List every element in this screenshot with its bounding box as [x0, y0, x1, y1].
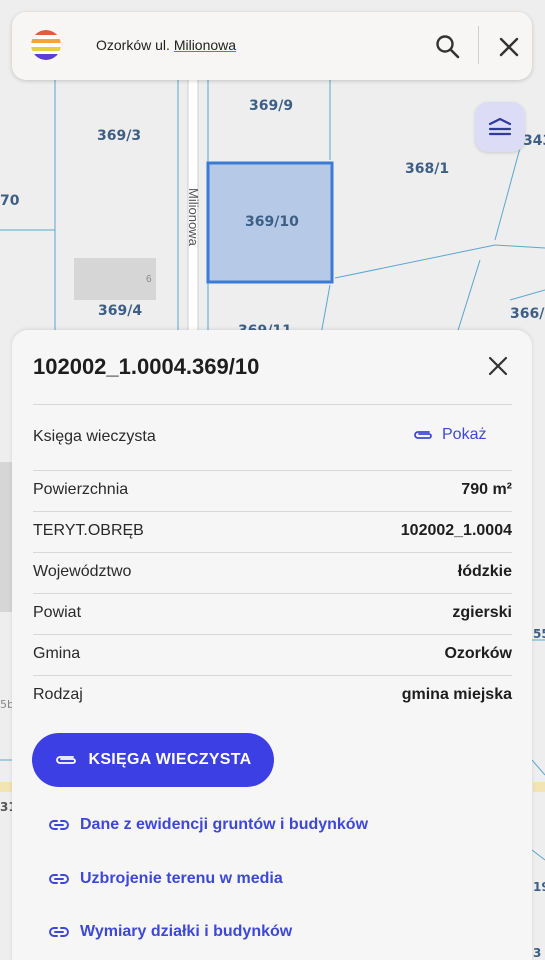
row-value: zgierski: [452, 604, 512, 621]
link-label: Uzbrojenie terenu w media: [80, 870, 283, 887]
parcel-label: 369/9: [249, 98, 294, 114]
row-label: Powierzchnia: [33, 481, 129, 498]
building-number: 6: [146, 274, 152, 285]
link-label: Dane z ewidencji gruntów i budynków: [80, 816, 369, 833]
app-logo-icon: [31, 30, 61, 60]
land-register-button-label: KSIĘGA WIECZYSTA: [88, 751, 252, 768]
search-query-prefix: Ozorków ul.: [96, 37, 174, 53]
divider: [33, 511, 512, 512]
parcel-label: 369/4: [98, 303, 143, 319]
parcel-label: 366/4: [510, 306, 545, 322]
parcel-label: 343: [523, 133, 545, 149]
layers-icon: [488, 117, 512, 136]
show-link[interactable]: Pokaż: [412, 426, 486, 444]
row-label: TERYT.OBRĘB: [33, 522, 144, 539]
land-register-button[interactable]: KSIĘGA WIECZYSTA: [32, 733, 274, 787]
parcel-label: 55: [533, 627, 545, 641]
parcel-details-panel: 102002_1.0004.369/10 Księga wieczysta Po…: [12, 330, 532, 960]
divider: [33, 552, 512, 553]
parcel-label: 70: [0, 193, 20, 209]
row-value: Ozorków: [444, 645, 512, 662]
parcel-label: 368/1: [405, 161, 450, 177]
divider: [33, 470, 512, 471]
parcel-label: 369/3: [97, 128, 142, 144]
link-icon: [49, 820, 69, 830]
close-icon[interactable]: [494, 32, 524, 62]
link-icon: [49, 927, 69, 937]
paperclip-icon: [56, 756, 77, 764]
layers-button[interactable]: [475, 102, 525, 152]
link-cadastral-data[interactable]: Dane z ewidencji gruntów i budynków: [48, 816, 368, 834]
link-dimensions[interactable]: Wymiary działki i budynków: [48, 923, 292, 941]
row-label-ksiega: Księga wieczysta: [33, 428, 156, 445]
link-label: Wymiary działki i budynków: [80, 923, 293, 940]
row-value: łódzkie: [457, 563, 512, 580]
building-shape: [0, 462, 12, 612]
divider: [33, 593, 512, 594]
close-icon[interactable]: [484, 352, 512, 380]
search-query-street: Milionowa: [173, 37, 237, 53]
panel-title: 102002_1.0004.369/10: [33, 354, 260, 379]
row-label: Gmina: [33, 645, 81, 662]
parcel-label: 3: [533, 946, 542, 960]
link-icon: [49, 874, 69, 884]
show-link-label: Pokaż: [442, 426, 487, 443]
link-utilities[interactable]: Uzbrojenie terenu w media: [48, 870, 283, 888]
search-bar[interactable]: Ozorków ul. Milionowa: [12, 12, 532, 80]
search-icon[interactable]: [433, 32, 463, 62]
building-shape: [74, 258, 156, 300]
street-label: Milionowa: [186, 188, 201, 246]
row-value: gmina miejska: [401, 686, 512, 703]
divider: [33, 634, 512, 635]
row-label: Rodzaj: [33, 686, 83, 703]
row-value: 790 m²: [461, 481, 512, 498]
divider: [33, 404, 512, 405]
divider: [33, 675, 512, 676]
search-divider: [478, 26, 479, 64]
paperclip-icon: [414, 431, 432, 439]
parcel-label: 19: [533, 880, 545, 894]
search-query[interactable]: Ozorków ul. Milionowa: [96, 37, 236, 53]
row-label: Powiat: [33, 604, 82, 621]
row-label: Województwo: [33, 563, 132, 580]
parcel-label: 369/10: [245, 214, 299, 230]
row-value: 102002_1.0004: [400, 522, 512, 539]
